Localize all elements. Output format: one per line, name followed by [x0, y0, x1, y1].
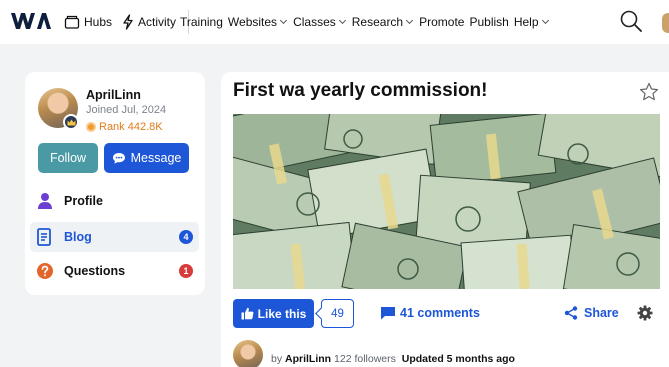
chevron-down-icon [541, 16, 549, 25]
nav-links: Training Websites Classes Research Promo… [180, 0, 550, 44]
thumbs-up-icon [241, 307, 254, 320]
profile-name[interactable]: AprilLinn [86, 88, 141, 102]
chevron-down-icon [280, 16, 288, 25]
hubs-link[interactable]: Hubs [64, 15, 112, 29]
sidebar-item-label: Blog [64, 230, 92, 244]
nav-research[interactable]: Research [352, 15, 414, 29]
hubs-icon [64, 15, 80, 29]
share-label: Share [584, 306, 619, 320]
questions-count-badge: 1 [179, 264, 193, 278]
sidebar-item-questions[interactable]: Questions 1 [30, 256, 199, 286]
post-card: First wa yearly commission! Like this 49… [221, 72, 669, 367]
hubs-label: Hubs [84, 15, 113, 29]
gear-icon[interactable] [637, 305, 653, 321]
nav-websites[interactable]: Websites [228, 15, 288, 29]
nav-help[interactable]: Help [514, 15, 550, 29]
followers-count: 122 followers [334, 353, 396, 365]
sidebar-item-blog[interactable]: Blog 4 [30, 222, 199, 252]
message-button[interactable]: Message [104, 143, 189, 173]
message-label: Message [130, 151, 182, 165]
updated-text: Updated 5 months ago [401, 353, 515, 365]
blog-count-badge: 4 [179, 230, 193, 244]
blog-icon [37, 228, 51, 246]
byline-prefix: by [271, 353, 283, 365]
nav-classes[interactable]: Classes [293, 15, 347, 29]
nav-training[interactable]: Training [180, 15, 223, 29]
crown-icon [63, 114, 79, 130]
sidebar-item-label: Questions [64, 264, 126, 278]
person-icon [38, 193, 52, 209]
follow-button[interactable]: Follow [38, 143, 98, 173]
like-button[interactable]: Like this [233, 299, 314, 328]
activity-link[interactable]: Activity [122, 14, 176, 30]
like-label: Like this [257, 306, 307, 321]
share-icon [564, 306, 578, 320]
profile-card: AprilLinn Joined Jul, 2024 Rank 442.8K F… [25, 72, 205, 295]
comments-link[interactable]: 41 comments [380, 306, 480, 320]
chat-icon [112, 152, 125, 164]
author-link[interactable]: AprilLinn [285, 353, 331, 365]
sidebar-item-profile[interactable]: Profile [30, 186, 199, 216]
search-icon[interactable] [619, 9, 643, 33]
author-avatar[interactable] [233, 340, 263, 367]
sidebar-item-label: Profile [64, 194, 103, 208]
comment-icon [381, 307, 395, 320]
share-button[interactable]: Share [564, 306, 619, 320]
chevron-down-icon [406, 16, 414, 25]
joined-date: Joined Jul, 2024 [86, 104, 167, 116]
chevron-down-icon [338, 16, 346, 25]
nav-publish[interactable]: Publish [469, 15, 508, 29]
wa-logo-icon[interactable] [10, 10, 52, 32]
rank-icon [86, 122, 96, 132]
post-hero-image [233, 114, 660, 289]
post-title: First wa yearly commission! [233, 80, 488, 101]
rank-text: Rank 442.8K [99, 121, 163, 133]
activity-label: Activity [138, 15, 177, 29]
post-byline: by AprilLinn 122 followers Updated 5 mon… [271, 353, 515, 365]
money-stacks-image [233, 114, 660, 289]
rank-badge: Rank 442.8K [86, 121, 163, 133]
top-navbar: Hubs Activity Training Websites Classes … [0, 0, 669, 44]
account-avatar[interactable] [662, 13, 669, 33]
nav-promote[interactable]: Promote [419, 15, 464, 29]
question-icon [37, 263, 53, 279]
like-count: 49 [321, 299, 354, 328]
star-icon[interactable] [639, 82, 659, 102]
comments-label: 41 comments [400, 306, 480, 320]
activity-icon [123, 14, 133, 30]
nav-primary: Hubs Activity [64, 0, 192, 44]
